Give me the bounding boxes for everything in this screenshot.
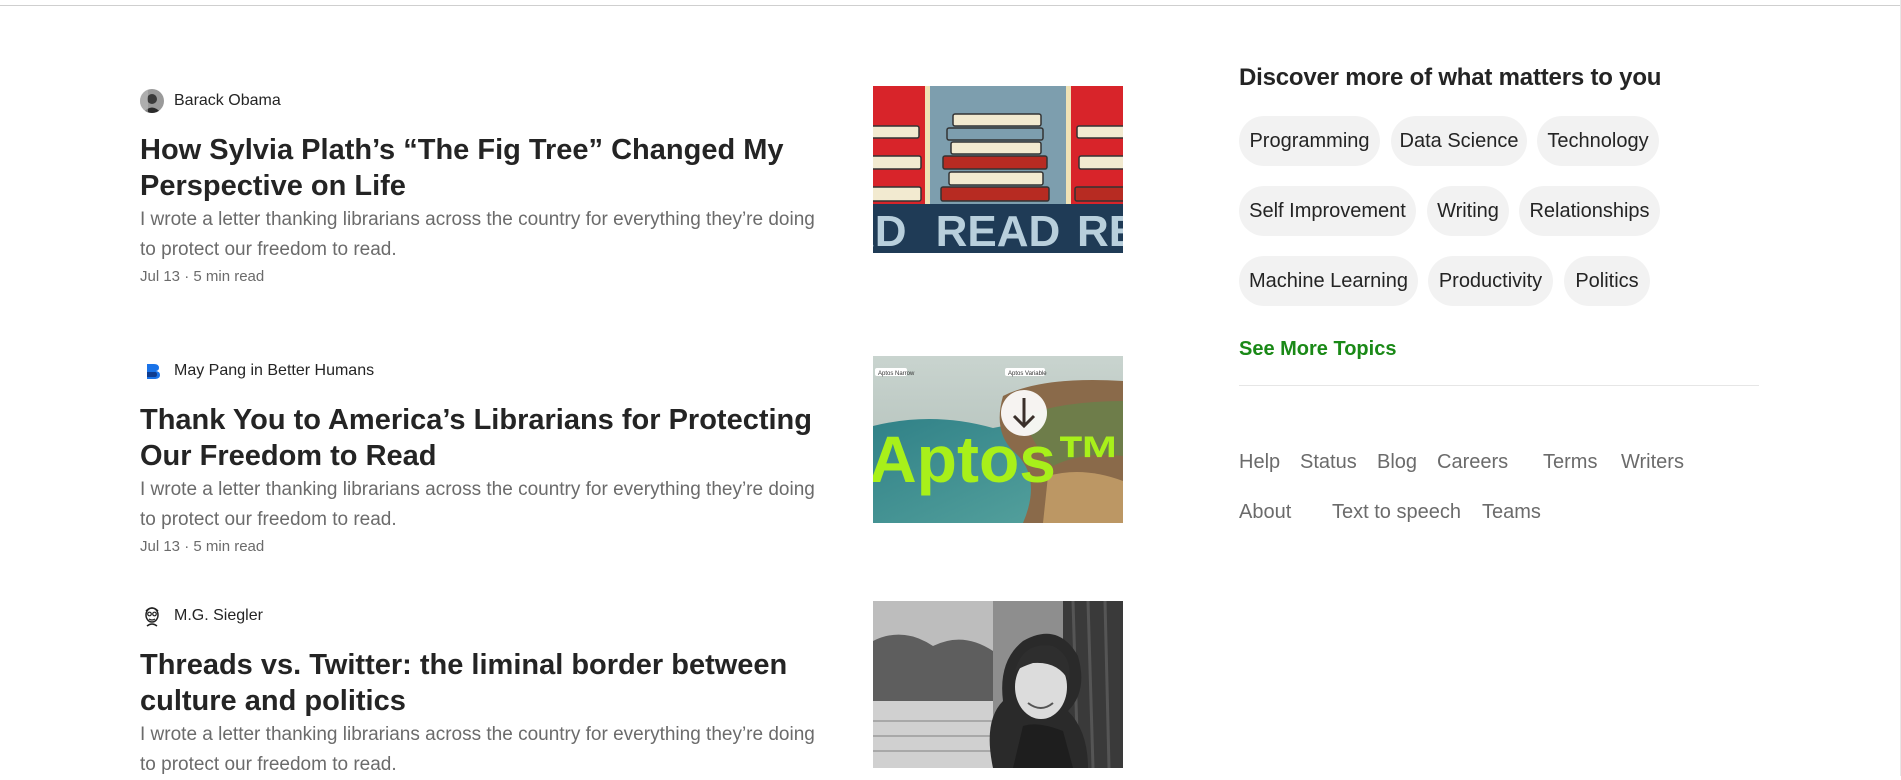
article-title[interactable]: How Sylvia Plath’s “The Fig Tree” Change… bbox=[140, 132, 820, 204]
footer-link-text-to-speech[interactable]: Text to speech bbox=[1332, 501, 1461, 524]
author-name[interactable]: May Pang in Better Humans bbox=[174, 362, 374, 380]
better-humans-logo-icon[interactable] bbox=[140, 359, 164, 383]
author-row[interactable]: Barack Obama bbox=[140, 88, 281, 114]
top-divider bbox=[0, 5, 1901, 6]
footer-link-writers[interactable]: Writers bbox=[1621, 451, 1684, 474]
avatar-obama-icon[interactable] bbox=[140, 89, 164, 113]
thumbnail-text: READ bbox=[936, 207, 1061, 253]
topic-chip-data-science[interactable]: Data Science bbox=[1391, 116, 1527, 166]
discover-topics-heading: Discover more of what matters to you bbox=[1239, 64, 1662, 91]
sidebar-divider bbox=[1239, 385, 1759, 386]
avatar-siegler-icon[interactable] bbox=[140, 604, 164, 628]
footer-link-teams[interactable]: Teams bbox=[1482, 501, 1541, 524]
article-title[interactable]: Thank You to America’s Librarians for Pr… bbox=[140, 402, 820, 474]
topic-chip-machine-learning[interactable]: Machine Learning bbox=[1239, 256, 1418, 306]
topic-chip-relationships[interactable]: Relationships bbox=[1519, 186, 1660, 236]
footer-link-terms[interactable]: Terms bbox=[1543, 451, 1597, 474]
footer-link-about[interactable]: About bbox=[1239, 501, 1291, 524]
topic-chip-politics[interactable]: Politics bbox=[1564, 256, 1650, 306]
article-subtitle[interactable]: I wrote a letter thanking librarians acr… bbox=[140, 720, 830, 780]
topic-chip-technology[interactable]: Technology bbox=[1537, 116, 1659, 166]
article-thumbnail[interactable]: Aptos Narrow Aptos Variable Aptos™ bbox=[873, 356, 1123, 523]
topic-chip-programming[interactable]: Programming bbox=[1239, 116, 1380, 166]
topic-chip-writing[interactable]: Writing bbox=[1427, 186, 1509, 236]
article-subtitle[interactable]: I wrote a letter thanking librarians acr… bbox=[140, 475, 830, 535]
author-row[interactable]: May Pang in Better Humans bbox=[140, 358, 374, 384]
see-more-topics-link[interactable]: See More Topics bbox=[1239, 338, 1396, 361]
article-thumbnail[interactable]: READ AD RE bbox=[873, 86, 1123, 253]
topic-chip-self-improvement[interactable]: Self Improvement bbox=[1239, 186, 1416, 236]
footer-link-careers[interactable]: Careers bbox=[1437, 451, 1508, 474]
svg-text:AD: AD bbox=[873, 207, 907, 253]
footer-link-blog[interactable]: Blog bbox=[1377, 451, 1417, 474]
article-meta: Jul 13 · 5 min read bbox=[140, 268, 265, 285]
thumbnail-text: Aptos™ bbox=[873, 422, 1122, 496]
footer-link-status[interactable]: Status bbox=[1300, 451, 1357, 474]
thumbnail-tag: Aptos Variable bbox=[1008, 371, 1047, 377]
author-row[interactable]: M.G. Siegler bbox=[140, 603, 263, 629]
article-thumbnail[interactable] bbox=[873, 601, 1123, 768]
svg-text:RE: RE bbox=[1077, 207, 1123, 253]
article-title[interactable]: Threads vs. Twitter: the liminal border … bbox=[140, 647, 820, 719]
author-name[interactable]: Barack Obama bbox=[174, 92, 281, 110]
footer-link-help[interactable]: Help bbox=[1239, 451, 1280, 474]
topic-chip-productivity[interactable]: Productivity bbox=[1428, 256, 1553, 306]
article-subtitle[interactable]: I wrote a letter thanking librarians acr… bbox=[140, 205, 830, 265]
author-name[interactable]: M.G. Siegler bbox=[174, 607, 263, 625]
thumbnail-tag: Aptos Narrow bbox=[878, 371, 915, 377]
article-meta: Jul 13 · 5 min read bbox=[140, 538, 265, 555]
